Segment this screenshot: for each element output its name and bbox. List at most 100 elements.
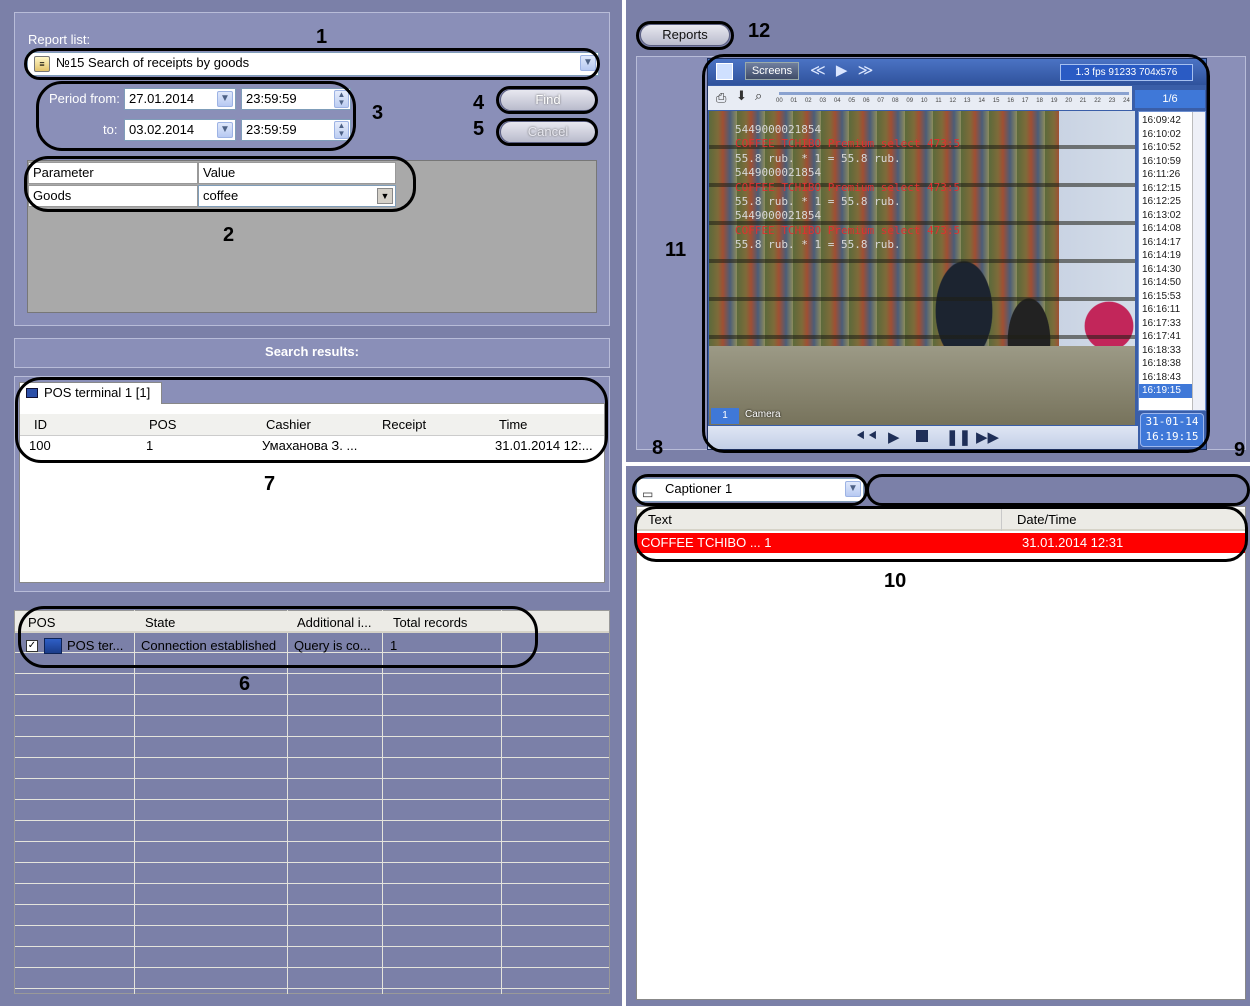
param-header-parameter: Parameter <box>28 162 198 184</box>
caption-col-datetime[interactable]: Date/Time <box>1013 509 1213 531</box>
from-time-value: 23:59:59 <box>246 91 297 106</box>
rewind-icon[interactable]: ⯇⯇ <box>855 428 879 445</box>
event-scrollbar[interactable] <box>1192 112 1205 410</box>
timeline-hour: 20 <box>1065 98 1072 104</box>
period-from-label: Period from: <box>49 91 120 106</box>
overlay-line: COFFEE TCHIBO Premium select 473:5 <box>735 223 961 237</box>
calendar-dropdown-icon[interactable]: ▼ <box>217 91 233 107</box>
to-time-value: 23:59:59 <box>246 122 297 137</box>
from-date-value: 27.01.2014 <box>129 91 195 106</box>
timeline-hour: 03 <box>819 98 827 104</box>
to-label: to: <box>103 122 118 137</box>
timeline-hour: 02 <box>804 98 812 104</box>
pos-checkbox[interactable]: ✓ <box>26 640 38 652</box>
report-list-value: №15 Search of receipts by goods <box>56 55 250 70</box>
report-list-label: Report list: <box>28 32 91 47</box>
maximize-icon[interactable] <box>716 63 733 80</box>
timeline-hour: 12 <box>949 98 957 104</box>
pos-col-additional[interactable]: Additional i... <box>293 612 383 634</box>
chevron-down-icon[interactable]: ▼ <box>580 55 596 71</box>
col-time[interactable]: Time <box>495 414 599 436</box>
col-pos[interactable]: POS <box>145 414 253 436</box>
callout-10: 10 <box>884 570 907 592</box>
col-id[interactable]: ID <box>30 414 133 436</box>
cell-time: 31.01.2014 12:... <box>495 438 593 453</box>
pos-cell-additional: Query is co... <box>294 638 371 653</box>
from-time-field[interactable]: 23:59:59 ▲ ▼ <box>241 88 351 110</box>
report-list-select[interactable]: ≡ №15 Search of receipts by goods ▼ <box>27 52 599 76</box>
pos-col-pos[interactable]: POS <box>24 612 134 634</box>
download-icon[interactable]: ⬇ <box>736 88 747 104</box>
callout-11: 11 <box>665 239 687 261</box>
cell-pos: 1 <box>146 438 154 453</box>
callout-5: 5 <box>473 118 485 140</box>
calendar-dropdown-icon[interactable]: ▼ <box>217 122 233 138</box>
overlay-line: 55.8 rub. * 1 = 55.8 rub. <box>735 195 901 208</box>
timeline-hour: 17 <box>1021 98 1029 104</box>
camera-number: 1 <box>711 408 739 424</box>
overlay-line: 5449000021854 <box>735 123 822 136</box>
param-value-select[interactable]: coffee ▼ <box>198 185 396 207</box>
cell-cashier: Умаханова З. ... <box>262 438 358 453</box>
play-icon[interactable]: ▶ <box>888 428 900 446</box>
captioner-select[interactable]: ▭ Captioner 1 ▼ <box>636 478 864 502</box>
tab-label: POS terminal 1 [1] <box>44 385 151 400</box>
col-receipt[interactable]: Receipt <box>378 414 482 436</box>
from-date-field[interactable]: 27.01.2014 ▼ <box>124 88 236 110</box>
cell-id: 100 <box>29 438 51 453</box>
callout-6: 6 <box>239 673 251 695</box>
callout-12: 12 <box>748 20 771 42</box>
captioner-icon: ▭ <box>642 487 654 501</box>
overlay-line: 5449000021854 <box>735 209 822 223</box>
timeline-hour: 22 <box>1094 98 1101 104</box>
print-icon[interactable]: ⎙ <box>716 90 726 106</box>
terminal-icon <box>26 388 38 398</box>
pos-col-total[interactable]: Total records <box>389 612 501 634</box>
callout-7: 7 <box>264 473 276 495</box>
callout-9: 9 <box>1234 439 1246 461</box>
timeline-hour: 01 <box>790 98 798 104</box>
camera-image: 5449000021854 COFFEE TCHIBO Premium selec… <box>709 111 1135 425</box>
cancel-button[interactable]: Cancel <box>500 121 596 143</box>
timeline-hour: 10 <box>920 98 928 104</box>
find-button[interactable]: Find <box>500 89 596 111</box>
forward-icon[interactable]: ▶▶ <box>976 428 999 446</box>
pause-icon[interactable]: ❚❚ <box>946 428 971 446</box>
timeline-hour: 14 <box>978 98 986 104</box>
stop-icon[interactable] <box>916 430 928 442</box>
param-name: Goods <box>28 185 198 207</box>
col-cashier[interactable]: Cashier <box>262 414 366 436</box>
receipt-overlay: 5449000021854 COFFEE TCHIBO Premium selec… <box>709 123 1135 263</box>
overlay-line: COFFEE TCHIBO Premium select 473:5 <box>735 180 961 194</box>
spinner-icon[interactable]: ▲ ▼ <box>334 121 349 139</box>
spinner-icon[interactable]: ▲ ▼ <box>334 90 349 108</box>
zoom-icon[interactable]: ⌕ <box>755 88 762 104</box>
pos-terminal-icon <box>44 638 62 654</box>
caption-cell-text: COFFEE TCHIBO ... 1 <box>641 535 772 550</box>
search-results-title: Search results: <box>265 344 359 359</box>
chevron-down-icon[interactable]: ▼ <box>377 188 393 204</box>
timeline-hour: 11 <box>935 98 942 104</box>
callout-2: 2 <box>223 224 235 246</box>
playback-nav-icons[interactable]: ≪ ▶ ≫ <box>810 61 876 79</box>
pos-cell-total: 1 <box>390 638 398 653</box>
callout-4: 4 <box>473 92 485 114</box>
tab-pos-terminal[interactable]: POS terminal 1 [1] <box>19 382 162 404</box>
caption-col-text[interactable]: Text <box>644 509 1002 531</box>
captioner-value: Captioner 1 <box>665 481 733 496</box>
timeline-hours: 00 01 02 03 04 05 06 07 08 09 10 11 12 13 14 15 16 17 18 19… <box>776 98 1130 108</box>
to-date-field[interactable]: 03.02.2014 ▼ <box>124 119 236 141</box>
timeline-hour: 18 <box>1036 98 1043 104</box>
timeline-hour: 21 <box>1079 98 1087 104</box>
to-time-field[interactable]: 23:59:59 ▲ ▼ <box>241 119 351 141</box>
reports-button[interactable]: Reports <box>640 24 730 46</box>
overlay-line: 55.8 rub. * 1 = 55.8 rub. <box>735 238 901 252</box>
chevron-down-icon[interactable]: ▼ <box>845 481 861 497</box>
pos-cell-state: Connection established <box>141 638 277 653</box>
page-indicator: 1/6 <box>1135 90 1205 108</box>
screens-button[interactable]: Screens <box>745 62 799 80</box>
pos-col-state[interactable]: State <box>141 612 287 634</box>
event-item[interactable]: 16:19:15 <box>1139 384 1193 398</box>
pos-col-lines <box>14 610 610 994</box>
timeline-hour: 07 <box>877 98 885 104</box>
